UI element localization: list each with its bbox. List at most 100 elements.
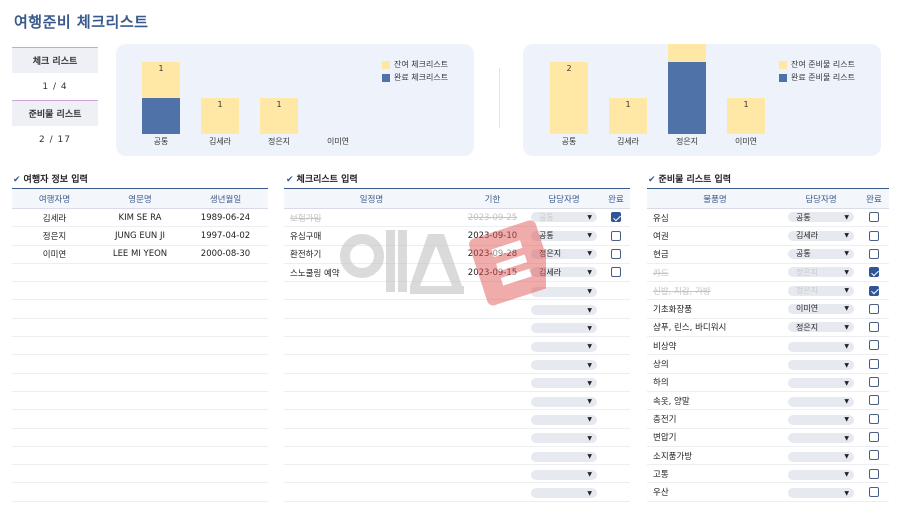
done-checkbox[interactable] — [869, 230, 879, 241]
chevron-down-icon: ▼ — [844, 268, 849, 276]
owner-dropdown[interactable]: 이미연 ▼ — [788, 303, 854, 314]
owner-dropdown[interactable]: ▼ — [531, 323, 597, 334]
chevron-down-icon: ▼ — [844, 343, 849, 351]
owner-cell: ▼ — [526, 303, 602, 316]
done-checkbox[interactable] — [611, 230, 621, 241]
owner-dropdown[interactable]: 김세라 ▼ — [531, 267, 597, 278]
done-checkbox[interactable] — [869, 486, 879, 497]
owner-dropdown[interactable]: 정은지 ▼ — [788, 322, 854, 333]
category-label: 김세라 — [209, 136, 232, 146]
owner-dropdown[interactable]: 김세라 ▼ — [788, 230, 854, 241]
owner-dropdown[interactable]: ▼ — [531, 286, 597, 297]
supply-name: 유심 — [653, 213, 669, 224]
done-cell — [859, 267, 889, 278]
done-checkbox[interactable] — [869, 267, 879, 278]
supply-name: 변압기 — [653, 433, 677, 444]
supplies-section-title: ✔ 준비물 리스트 입력 — [648, 175, 732, 185]
done-checkbox[interactable] — [869, 358, 879, 369]
owner-dropdown[interactable]: 정은지 ▼ — [788, 267, 854, 278]
traveler-name: 정은지 — [42, 231, 67, 242]
empty-row: ▼ — [284, 282, 630, 301]
table-row: 소지품가방 ▼ — [647, 447, 889, 466]
supplies-chart: 2공통1김세라1정은지1이미연 잔여 준비물 리스트 완료 준비물 리스트 — [523, 44, 881, 156]
owner-dropdown[interactable]: 정은지 ▼ — [531, 248, 597, 259]
supply-name: 소지품가방 — [653, 451, 693, 462]
owner-dropdown[interactable]: ▼ — [788, 360, 854, 371]
owner-dropdown[interactable]: ▼ — [788, 396, 854, 407]
done-cell — [859, 340, 889, 351]
owner-dropdown[interactable]: ▼ — [788, 341, 854, 352]
owner-dropdown[interactable]: ▼ — [788, 488, 854, 499]
done-checkbox[interactable] — [869, 212, 879, 223]
task-name: 환전하기 — [290, 250, 322, 261]
task-due-date: 2023-09-25 — [467, 212, 518, 223]
done-checkbox[interactable] — [611, 212, 621, 223]
owner-dropdown[interactable]: ▼ — [531, 414, 597, 425]
owner-dropdown[interactable]: ▼ — [788, 433, 854, 444]
done-checkbox[interactable] — [869, 468, 879, 479]
traveler-english-name: JUNG EUN JI — [114, 230, 166, 241]
owner-dropdown[interactable]: ▼ — [788, 451, 854, 462]
empty-row: ▼ — [284, 447, 630, 466]
bar-label: 1 — [217, 100, 222, 109]
owner-dropdown[interactable]: 공통 ▼ — [788, 248, 854, 259]
done-checkbox[interactable] — [869, 413, 879, 424]
col-header: 담당자명 — [805, 194, 837, 205]
owner-cell: ▼ — [783, 413, 859, 425]
chevron-down-icon: ▼ — [844, 232, 849, 240]
done-checkbox[interactable] — [869, 431, 879, 442]
chevron-down-icon: ▼ — [587, 268, 592, 276]
legend-remaining: 잔여 준비물 리스트 — [791, 60, 855, 69]
done-checkbox[interactable] — [869, 377, 879, 388]
legend-done: 완료 준비물 리스트 — [791, 73, 855, 82]
task-due-date: 2023-09-28 — [467, 249, 518, 260]
done-checkbox[interactable] — [611, 267, 621, 278]
checklist-count-value: 1 / 4 — [42, 82, 68, 92]
owner-dropdown[interactable]: 공통 ▼ — [531, 230, 597, 241]
owner-dropdown[interactable]: 정은지 ▼ — [788, 285, 854, 296]
owner-dropdown[interactable]: 공통 ▼ — [531, 212, 597, 223]
done-checkbox[interactable] — [869, 340, 879, 351]
owner-dropdown[interactable]: ▼ — [531, 305, 597, 316]
owner-cell: ▼ — [526, 468, 602, 480]
done-checkbox[interactable] — [869, 303, 879, 314]
owner-dropdown[interactable]: ▼ — [531, 396, 597, 407]
owner-dropdown[interactable]: 공통 ▼ — [788, 212, 854, 223]
owner-dropdown[interactable]: ▼ — [531, 378, 597, 389]
done-checkbox[interactable] — [869, 395, 879, 406]
table-row: 하의 ▼ — [647, 374, 889, 392]
table-row: 보험가입 2023-09-25 공통 ▼ — [284, 209, 630, 228]
owner-dropdown[interactable]: ▼ — [788, 414, 854, 425]
empty-row: ▼ — [284, 355, 630, 374]
owner-dropdown[interactable]: ▼ — [531, 451, 597, 462]
dropdown-value: 김세라 — [539, 267, 562, 277]
done-checkbox[interactable] — [869, 248, 879, 259]
owner-cell: ▼ — [526, 450, 602, 462]
table-row: 유심 공통 ▼ — [647, 209, 889, 228]
supply-name: 여권 — [653, 231, 669, 242]
table-row: 충전기 ▼ — [647, 410, 889, 429]
supply-name: 카드 — [653, 268, 669, 279]
empty-row: ▼ — [284, 319, 630, 338]
owner-dropdown[interactable]: ▼ — [531, 433, 597, 444]
owner-dropdown[interactable]: ▼ — [531, 469, 597, 480]
dropdown-value: 공통 — [539, 231, 554, 241]
done-cell — [859, 303, 889, 315]
owner-cell: 공통 ▼ — [783, 212, 859, 223]
owner-dropdown[interactable]: ▼ — [531, 341, 597, 352]
owner-dropdown[interactable]: ▼ — [531, 360, 597, 371]
owner-cell: ▼ — [783, 358, 859, 371]
category-label: 공통 — [562, 137, 577, 146]
chevron-down-icon: ▼ — [587, 398, 592, 406]
table-row: 고통 ▼ — [647, 465, 889, 484]
owner-dropdown[interactable]: ▼ — [531, 488, 597, 499]
done-checkbox[interactable] — [869, 322, 879, 333]
empty-row: ▼ — [284, 337, 630, 356]
empty-row — [12, 410, 268, 429]
owner-dropdown[interactable]: ▼ — [788, 378, 854, 389]
owner-cell: 정은지 ▼ — [783, 322, 859, 333]
done-checkbox[interactable] — [869, 450, 879, 461]
owner-dropdown[interactable]: ▼ — [788, 469, 854, 480]
done-checkbox[interactable] — [869, 285, 879, 296]
done-checkbox[interactable] — [611, 248, 621, 259]
